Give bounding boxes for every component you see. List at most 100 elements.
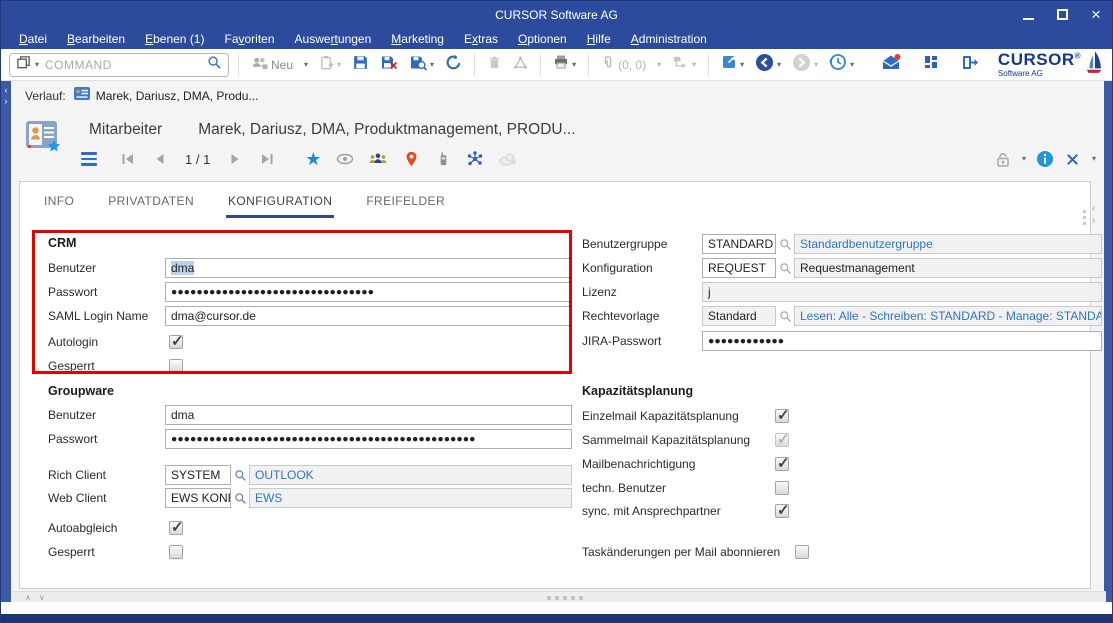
back-button[interactable]: ▾: [752, 51, 784, 79]
relations-button[interactable]: [466, 148, 484, 170]
menu-ebenen[interactable]: Ebenen (1): [135, 32, 214, 46]
close-button[interactable]: ×: [1088, 7, 1104, 23]
watch-button[interactable]: [336, 148, 354, 170]
hierarchy-button[interactable]: [510, 53, 531, 77]
mailbenachrichtigung-checkbox[interactable]: [775, 457, 789, 471]
web-client-lookup-icon[interactable]: [231, 492, 249, 505]
neu-button[interactable]: Neu ▾: [248, 53, 311, 77]
workflow-button[interactable]: ▾: [669, 52, 699, 77]
gw-benutzer-input[interactable]: dma: [165, 405, 572, 425]
history-button[interactable]: ▾: [826, 51, 857, 78]
left-panel-collapsed[interactable]: ‹›: [1, 81, 11, 602]
menu-extras[interactable]: Extras: [454, 32, 508, 46]
menu-datei[interactable]: Datei: [9, 32, 57, 46]
tab-info[interactable]: INFO: [42, 190, 76, 218]
forward-button[interactable]: ▾: [789, 51, 821, 79]
delete-button[interactable]: [484, 53, 505, 77]
save-close-button[interactable]: [377, 52, 401, 78]
close-record-button[interactable]: [1064, 148, 1082, 170]
tab-privatdaten[interactable]: PRIVATDATEN: [106, 190, 196, 218]
command-box[interactable]: ▾: [9, 53, 229, 77]
map-pin-button[interactable]: [402, 148, 420, 170]
inbox-button[interactable]: [878, 51, 904, 78]
back-icon: [755, 53, 774, 77]
crm-gesperrt-checkbox[interactable]: [169, 359, 183, 373]
jira-passwort-input[interactable]: ●●●●●●●●●●●●: [702, 331, 1102, 351]
panel-side-chevrons[interactable]: ‹›: [1092, 203, 1095, 227]
close-caret[interactable]: ▾: [1092, 155, 1096, 163]
prev-record-button[interactable]: [151, 148, 169, 170]
search-icon[interactable]: [207, 55, 222, 75]
window-switcher-caret[interactable]: ▾: [35, 61, 39, 69]
gw-gesperrt-checkbox[interactable]: [169, 545, 183, 559]
einzelmail-checkbox[interactable]: [775, 409, 789, 423]
lizenz-input[interactable]: j: [702, 282, 1102, 302]
techn-benutzer-checkbox[interactable]: [775, 481, 789, 495]
menu-auswertungen[interactable]: Auswertungen: [285, 32, 382, 46]
cloud-sync-button[interactable]: [498, 148, 518, 170]
tab-konfiguration[interactable]: KONFIGURATION: [226, 190, 334, 218]
benutzergruppe-desc-field[interactable]: Standardbenutzergruppe: [794, 234, 1102, 254]
rich-client-lookup-icon[interactable]: [231, 469, 249, 482]
paste-new-button[interactable]: ▾: [316, 53, 344, 77]
record-pager: 1 / 1: [185, 152, 210, 167]
crm-benutzer-input[interactable]: dma: [165, 258, 572, 278]
menu-bearbeiten[interactable]: Bearbeiten: [57, 32, 135, 46]
rechtevorlage-desc-field[interactable]: Lesen: Alle - Schreiben: STANDARD - Mana…: [794, 306, 1102, 326]
triangle-relations-icon: [513, 55, 528, 75]
save-button[interactable]: [349, 52, 372, 78]
einzelmail-row: Einzelmail Kapazitätsplanung: [582, 406, 1002, 426]
konfiguration-code-input[interactable]: REQUEST: [702, 258, 776, 278]
crm-passwort-input[interactable]: ●●●●●●●●●●●●●●●●●●●●●●●●●●●●●●●●: [165, 282, 572, 302]
collapse-up-icon[interactable]: ∧: [25, 593, 31, 602]
benutzergruppe-code-input[interactable]: STANDARD: [702, 234, 776, 254]
attachments-button[interactable]: (0, 0) ▾: [598, 53, 664, 77]
rich-client-code-input[interactable]: SYSTEM: [165, 465, 231, 485]
logout-button[interactable]: [958, 52, 982, 78]
phone-button[interactable]: [434, 148, 452, 170]
last-record-button[interactable]: [258, 148, 276, 170]
web-client-code-input[interactable]: EWS KONFIG: [165, 488, 231, 508]
sync-ansprechpartner-checkbox[interactable]: [775, 504, 789, 518]
tab-freifelder[interactable]: FREIFELDER: [364, 190, 447, 218]
crm-saml-input[interactable]: dma@cursor.de: [165, 306, 572, 326]
save-search-button[interactable]: ▾: [406, 52, 437, 78]
collapse-down-icon[interactable]: ∨: [39, 593, 45, 602]
panel-resize-dots[interactable]: [1083, 210, 1086, 225]
refresh-button[interactable]: [442, 52, 465, 78]
web-client-desc-field[interactable]: EWS: [249, 488, 572, 508]
konfiguration-desc-field[interactable]: Requestmanagement: [794, 258, 1102, 278]
command-input[interactable]: [43, 57, 203, 73]
rechtevorlage-code-input[interactable]: Standard: [702, 306, 776, 326]
print-button[interactable]: ▾: [550, 52, 579, 77]
note-button[interactable]: ▾: [718, 52, 747, 77]
menu-optionen[interactable]: Optionen: [508, 32, 577, 46]
right-panel-collapsed[interactable]: [1104, 81, 1112, 602]
gw-autoabgleich-checkbox[interactable]: [169, 521, 183, 535]
dashboard-button[interactable]: [920, 52, 942, 77]
splitter-drag-handle[interactable]: [547, 596, 583, 600]
bottom-splitter-bar[interactable]: ∧∨: [11, 591, 1106, 602]
task-abo-checkbox[interactable]: [795, 545, 809, 559]
first-record-button[interactable]: [119, 148, 137, 170]
favorite-button[interactable]: ★: [304, 148, 322, 170]
next-record-button[interactable]: [226, 148, 244, 170]
crm-autologin-checkbox[interactable]: [169, 335, 183, 349]
history-entry[interactable]: Marek, Dariusz, DMA, Produ...: [74, 87, 259, 105]
unlock-button[interactable]: [994, 148, 1012, 170]
team-button[interactable]: [368, 148, 388, 170]
info-button[interactable]: [1036, 148, 1054, 170]
menu-marketing[interactable]: Marketing: [381, 32, 454, 46]
menu-toggle-button[interactable]: [81, 152, 97, 166]
menu-favoriten[interactable]: Favoriten: [214, 32, 284, 46]
minimize-button[interactable]: [1020, 7, 1036, 23]
lock-caret[interactable]: ▾: [1022, 155, 1026, 163]
konfiguration-lookup-icon[interactable]: [776, 262, 794, 275]
gw-passwort-input[interactable]: ●●●●●●●●●●●●●●●●●●●●●●●●●●●●●●●●●●●●●●●●…: [165, 429, 572, 449]
rich-client-desc-field[interactable]: OUTLOOK: [249, 465, 572, 485]
menu-hilfe[interactable]: Hilfe: [577, 32, 621, 46]
rechtevorlage-lookup-icon[interactable]: [776, 310, 794, 323]
menu-administration[interactable]: Administration: [621, 32, 717, 46]
maximize-button[interactable]: [1054, 7, 1070, 23]
benutzergruppe-lookup-icon[interactable]: [776, 238, 794, 251]
